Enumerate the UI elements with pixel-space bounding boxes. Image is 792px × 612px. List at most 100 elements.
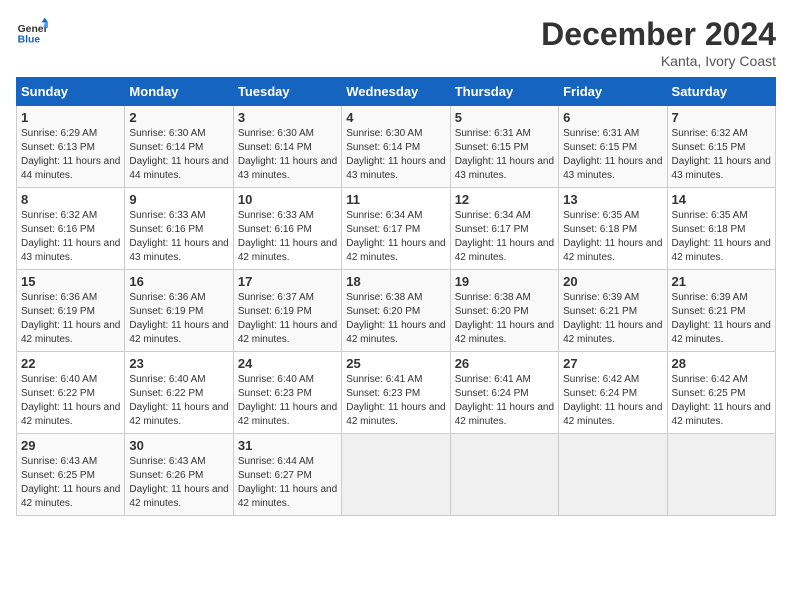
calendar-cell: 3 Sunrise: 6:30 AM Sunset: 6:14 PM Dayli… [233,106,341,188]
svg-text:General: General [18,24,48,35]
calendar-cell: 7 Sunrise: 6:32 AM Sunset: 6:15 PM Dayli… [667,106,775,188]
calendar-cell: 13 Sunrise: 6:35 AM Sunset: 6:18 PM Dayl… [559,188,667,270]
header-tuesday: Tuesday [233,78,341,106]
day-number: 1 [21,110,120,125]
logo: General Blue [16,16,48,48]
day-info: Sunrise: 6:35 AM Sunset: 6:18 PM Dayligh… [563,209,662,265]
day-info: Sunrise: 6:34 AM Sunset: 6:17 PM Dayligh… [455,209,554,265]
day-info: Sunrise: 6:40 AM Sunset: 6:22 PM Dayligh… [21,373,120,429]
calendar-cell: 21 Sunrise: 6:39 AM Sunset: 6:21 PM Dayl… [667,270,775,352]
day-number: 6 [563,110,662,125]
calendar-cell: 9 Sunrise: 6:33 AM Sunset: 6:16 PM Dayli… [125,188,233,270]
day-info: Sunrise: 6:32 AM Sunset: 6:16 PM Dayligh… [21,209,120,265]
day-info: Sunrise: 6:32 AM Sunset: 6:15 PM Dayligh… [672,127,771,183]
day-info: Sunrise: 6:44 AM Sunset: 6:27 PM Dayligh… [238,455,337,511]
calendar-cell: 6 Sunrise: 6:31 AM Sunset: 6:15 PM Dayli… [559,106,667,188]
day-number: 3 [238,110,337,125]
calendar-week-5: 29 Sunrise: 6:43 AM Sunset: 6:25 PM Dayl… [17,434,776,516]
day-number: 13 [563,192,662,207]
day-number: 14 [672,192,771,207]
calendar-cell: 23 Sunrise: 6:40 AM Sunset: 6:22 PM Dayl… [125,352,233,434]
day-number: 19 [455,274,554,289]
day-info: Sunrise: 6:30 AM Sunset: 6:14 PM Dayligh… [346,127,445,183]
day-info: Sunrise: 6:35 AM Sunset: 6:18 PM Dayligh… [672,209,771,265]
day-number: 12 [455,192,554,207]
calendar-cell: 27 Sunrise: 6:42 AM Sunset: 6:24 PM Dayl… [559,352,667,434]
calendar-cell: 8 Sunrise: 6:32 AM Sunset: 6:16 PM Dayli… [17,188,125,270]
day-info: Sunrise: 6:36 AM Sunset: 6:19 PM Dayligh… [21,291,120,347]
day-number: 2 [129,110,228,125]
header-thursday: Thursday [450,78,558,106]
day-number: 16 [129,274,228,289]
calendar-cell: 19 Sunrise: 6:38 AM Sunset: 6:20 PM Dayl… [450,270,558,352]
calendar-cell [559,434,667,516]
day-info: Sunrise: 6:31 AM Sunset: 6:15 PM Dayligh… [563,127,662,183]
day-number: 29 [21,438,120,453]
day-number: 5 [455,110,554,125]
day-info: Sunrise: 6:39 AM Sunset: 6:21 PM Dayligh… [672,291,771,347]
day-number: 4 [346,110,445,125]
day-number: 9 [129,192,228,207]
calendar-cell: 1 Sunrise: 6:29 AM Sunset: 6:13 PM Dayli… [17,106,125,188]
day-number: 28 [672,356,771,371]
calendar-cell: 29 Sunrise: 6:43 AM Sunset: 6:25 PM Dayl… [17,434,125,516]
day-number: 7 [672,110,771,125]
calendar-cell: 15 Sunrise: 6:36 AM Sunset: 6:19 PM Dayl… [17,270,125,352]
day-number: 17 [238,274,337,289]
calendar-cell: 25 Sunrise: 6:41 AM Sunset: 6:23 PM Dayl… [342,352,450,434]
calendar-week-3: 15 Sunrise: 6:36 AM Sunset: 6:19 PM Dayl… [17,270,776,352]
calendar-cell: 30 Sunrise: 6:43 AM Sunset: 6:26 PM Dayl… [125,434,233,516]
calendar-cell [450,434,558,516]
day-info: Sunrise: 6:43 AM Sunset: 6:25 PM Dayligh… [21,455,120,511]
day-number: 21 [672,274,771,289]
day-info: Sunrise: 6:40 AM Sunset: 6:23 PM Dayligh… [238,373,337,429]
day-number: 10 [238,192,337,207]
calendar-cell [667,434,775,516]
day-number: 23 [129,356,228,371]
calendar-cell: 2 Sunrise: 6:30 AM Sunset: 6:14 PM Dayli… [125,106,233,188]
calendar-cell: 10 Sunrise: 6:33 AM Sunset: 6:16 PM Dayl… [233,188,341,270]
calendar-cell: 14 Sunrise: 6:35 AM Sunset: 6:18 PM Dayl… [667,188,775,270]
day-info: Sunrise: 6:37 AM Sunset: 6:19 PM Dayligh… [238,291,337,347]
day-number: 26 [455,356,554,371]
day-number: 8 [21,192,120,207]
calendar-cell: 22 Sunrise: 6:40 AM Sunset: 6:22 PM Dayl… [17,352,125,434]
calendar-cell: 4 Sunrise: 6:30 AM Sunset: 6:14 PM Dayli… [342,106,450,188]
day-info: Sunrise: 6:30 AM Sunset: 6:14 PM Dayligh… [129,127,228,183]
day-number: 20 [563,274,662,289]
calendar-cell: 31 Sunrise: 6:44 AM Sunset: 6:27 PM Dayl… [233,434,341,516]
day-number: 24 [238,356,337,371]
calendar-cell: 18 Sunrise: 6:38 AM Sunset: 6:20 PM Dayl… [342,270,450,352]
day-info: Sunrise: 6:40 AM Sunset: 6:22 PM Dayligh… [129,373,228,429]
logo-icon: General Blue [16,16,48,48]
header-sunday: Sunday [17,78,125,106]
calendar-cell: 5 Sunrise: 6:31 AM Sunset: 6:15 PM Dayli… [450,106,558,188]
svg-text:Blue: Blue [18,34,41,45]
header-wednesday: Wednesday [342,78,450,106]
calendar-header-row: SundayMondayTuesdayWednesdayThursdayFrid… [17,78,776,106]
calendar-cell [342,434,450,516]
day-number: 27 [563,356,662,371]
day-info: Sunrise: 6:41 AM Sunset: 6:23 PM Dayligh… [346,373,445,429]
day-info: Sunrise: 6:41 AM Sunset: 6:24 PM Dayligh… [455,373,554,429]
day-number: 31 [238,438,337,453]
calendar-cell: 20 Sunrise: 6:39 AM Sunset: 6:21 PM Dayl… [559,270,667,352]
header-saturday: Saturday [667,78,775,106]
title-area: December 2024 Kanta, Ivory Coast [541,16,776,69]
day-info: Sunrise: 6:34 AM Sunset: 6:17 PM Dayligh… [346,209,445,265]
day-info: Sunrise: 6:33 AM Sunset: 6:16 PM Dayligh… [129,209,228,265]
header-friday: Friday [559,78,667,106]
day-info: Sunrise: 6:36 AM Sunset: 6:19 PM Dayligh… [129,291,228,347]
header-monday: Monday [125,78,233,106]
calendar-cell: 17 Sunrise: 6:37 AM Sunset: 6:19 PM Dayl… [233,270,341,352]
day-info: Sunrise: 6:31 AM Sunset: 6:15 PM Dayligh… [455,127,554,183]
calendar-week-4: 22 Sunrise: 6:40 AM Sunset: 6:22 PM Dayl… [17,352,776,434]
day-info: Sunrise: 6:42 AM Sunset: 6:24 PM Dayligh… [563,373,662,429]
calendar-week-2: 8 Sunrise: 6:32 AM Sunset: 6:16 PM Dayli… [17,188,776,270]
calendar-cell: 24 Sunrise: 6:40 AM Sunset: 6:23 PM Dayl… [233,352,341,434]
calendar-week-1: 1 Sunrise: 6:29 AM Sunset: 6:13 PM Dayli… [17,106,776,188]
day-info: Sunrise: 6:29 AM Sunset: 6:13 PM Dayligh… [21,127,120,183]
calendar-table: SundayMondayTuesdayWednesdayThursdayFrid… [16,77,776,516]
day-number: 30 [129,438,228,453]
day-number: 25 [346,356,445,371]
